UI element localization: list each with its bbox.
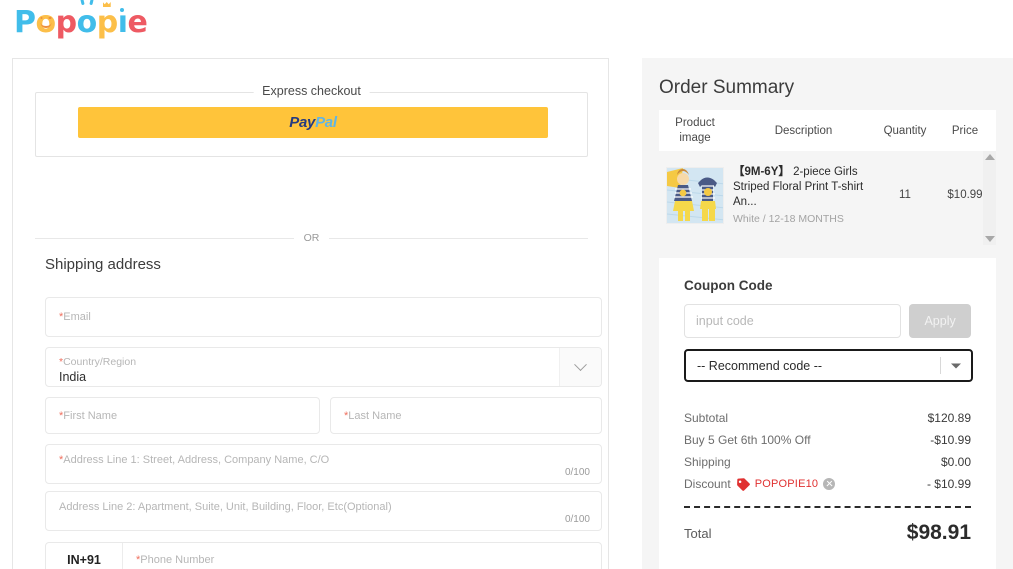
paypal-button[interactable]: PayPal xyxy=(78,107,548,138)
coupon-code-label: Coupon Code xyxy=(684,278,773,293)
phone-country-prefix[interactable]: IN+91 xyxy=(46,543,123,569)
product-description-cell: 【9M-6Y】 2-piece Girls Striped Floral Pri… xyxy=(731,165,876,224)
table-header-row: Product image Description Quantity Price xyxy=(659,110,996,151)
column-header-image: Product image xyxy=(675,117,715,144)
discount-label: Discount xyxy=(684,477,731,491)
logo-letter-i: ı xyxy=(117,5,128,40)
address-line-1-field[interactable]: *Address Line 1: Street, Address, Compan… xyxy=(45,444,602,484)
select-separator xyxy=(940,357,941,374)
page-header: Po popıe xyxy=(0,0,1013,50)
scroll-up-arrow-icon[interactable] xyxy=(984,154,995,160)
promotion-label: Buy 5 Get 6th 100% Off xyxy=(684,433,811,447)
recommend-code-value: -- Recommend code -- xyxy=(697,358,823,373)
shipping-amount: $0.00 xyxy=(940,455,971,469)
chevron-down-icon xyxy=(951,363,961,368)
logo-letter-o2: o xyxy=(76,5,98,40)
logo-letter-p3: p xyxy=(96,5,118,40)
checkout-page: Po popıe Express checkout PayPal OR Shipp… xyxy=(0,0,1013,569)
coupon-and-totals-card: Coupon Code Apply -- Recommend code -- S… xyxy=(659,258,996,569)
product-quantity: 11 xyxy=(899,189,911,201)
product-title[interactable]: 【9M-6Y】 2-piece Girls Striped Floral Pri… xyxy=(733,165,876,209)
column-header-price: Price xyxy=(951,124,979,137)
country-label: *Country/Region xyxy=(59,356,137,368)
product-photo-icon xyxy=(667,167,723,223)
order-summary-title: Order Summary xyxy=(659,77,795,98)
totals-separator xyxy=(684,506,971,508)
apply-coupon-button[interactable]: Apply xyxy=(909,304,971,338)
checkout-form-card: Express checkout PayPal OR Shipping addr… xyxy=(12,58,609,569)
price-tag-icon xyxy=(736,477,750,491)
total-line-shipping: Shipping $0.00 xyxy=(684,451,971,473)
column-header-description: Description xyxy=(774,124,833,137)
chevron-down-icon xyxy=(574,357,587,371)
promotion-amount: -$10.99 xyxy=(930,433,971,447)
grand-total-label: Total xyxy=(684,525,712,541)
discount-amount: - $10.99 xyxy=(926,477,971,491)
first-name-field[interactable]: *First Name xyxy=(45,397,320,434)
grand-total-amount: $98.91 xyxy=(906,521,971,544)
divider-line-left xyxy=(35,237,294,239)
total-line-subtotal: Subtotal $120.89 xyxy=(684,407,971,429)
column-header-quantity: Quantity xyxy=(883,124,927,137)
paypal-logo: PayPal xyxy=(289,114,337,131)
phone-placeholder: *Phone Number xyxy=(136,554,215,566)
shipping-label: Shipping xyxy=(684,455,731,469)
address-line-1-placeholder: *Address Line 1: Street, Address, Compan… xyxy=(59,454,330,467)
subtotal-label: Subtotal xyxy=(684,411,729,425)
address-line-2-field[interactable]: Address Line 2: Apartment, Suite, Unit, … xyxy=(45,491,602,531)
scroll-down-arrow-icon[interactable] xyxy=(984,236,995,242)
coupon-code-input[interactable] xyxy=(684,304,902,338)
logo-letter-p2: p xyxy=(55,5,77,40)
logo-letter-p1: P xyxy=(14,5,36,40)
brand-logo[interactable]: Po popıe xyxy=(14,5,148,40)
email-placeholder: *Email xyxy=(59,311,91,323)
product-list-scrollbar[interactable] xyxy=(983,151,996,245)
totals-list: Subtotal $120.89 Buy 5 Get 6th 100% Off … xyxy=(684,407,971,495)
discount-code: POPOPIE10 xyxy=(754,478,819,490)
product-image-cell xyxy=(659,166,731,224)
express-checkout-label: Express checkout xyxy=(253,84,370,98)
subtotal-amount: $120.89 xyxy=(927,411,971,425)
recommend-code-select[interactable]: -- Recommend code -- xyxy=(684,349,973,382)
product-variant: White / 12-18 MONTHS xyxy=(733,212,844,225)
discount-group: Discount POPOPIE10 xyxy=(684,477,836,491)
express-checkout-box: Express checkout PayPal xyxy=(35,84,588,157)
coupon-input-row: Apply xyxy=(684,304,971,338)
last-name-placeholder: *Last Name xyxy=(344,409,402,422)
total-line-promotion: Buy 5 Get 6th 100% Off -$10.99 xyxy=(684,429,971,451)
country-region-select[interactable]: *Country/Region India xyxy=(45,347,602,387)
product-size-range: 【9M-6Y】 xyxy=(733,166,790,179)
divider-line-right xyxy=(329,237,588,239)
product-table: Product image Description Quantity Price xyxy=(659,110,996,245)
logo-letter-e: e xyxy=(127,5,148,40)
table-row: 【9M-6Y】 2-piece Girls Striped Floral Pri… xyxy=(659,151,996,231)
address-line-1-counter: 0/100 xyxy=(564,467,590,478)
first-name-placeholder: *First Name xyxy=(59,409,118,422)
product-thumbnail[interactable] xyxy=(666,166,724,224)
or-divider: OR xyxy=(35,232,588,244)
country-dropdown-toggle[interactable] xyxy=(559,348,601,386)
smiley-icon xyxy=(40,16,52,28)
order-summary-panel: Order Summary Product image Description … xyxy=(642,58,1013,569)
country-value: India xyxy=(59,370,87,384)
grand-total-row: Total $98.91 xyxy=(684,521,971,545)
address-line-2-counter: 0/100 xyxy=(564,514,590,525)
logo-letter-o1: o xyxy=(35,5,57,40)
phone-field[interactable]: IN+91 *Phone Number xyxy=(45,542,602,569)
total-line-discount: Discount POPOPIE10 - $10.99 xyxy=(684,473,971,495)
remove-discount-icon[interactable] xyxy=(823,478,836,490)
shipping-address-title: Shipping address xyxy=(45,256,161,273)
email-field[interactable]: *Email xyxy=(45,297,602,337)
address-line-2-placeholder: Address Line 2: Apartment, Suite, Unit, … xyxy=(59,501,392,514)
or-label: OR xyxy=(303,232,320,244)
last-name-field[interactable]: *Last Name xyxy=(330,397,602,434)
